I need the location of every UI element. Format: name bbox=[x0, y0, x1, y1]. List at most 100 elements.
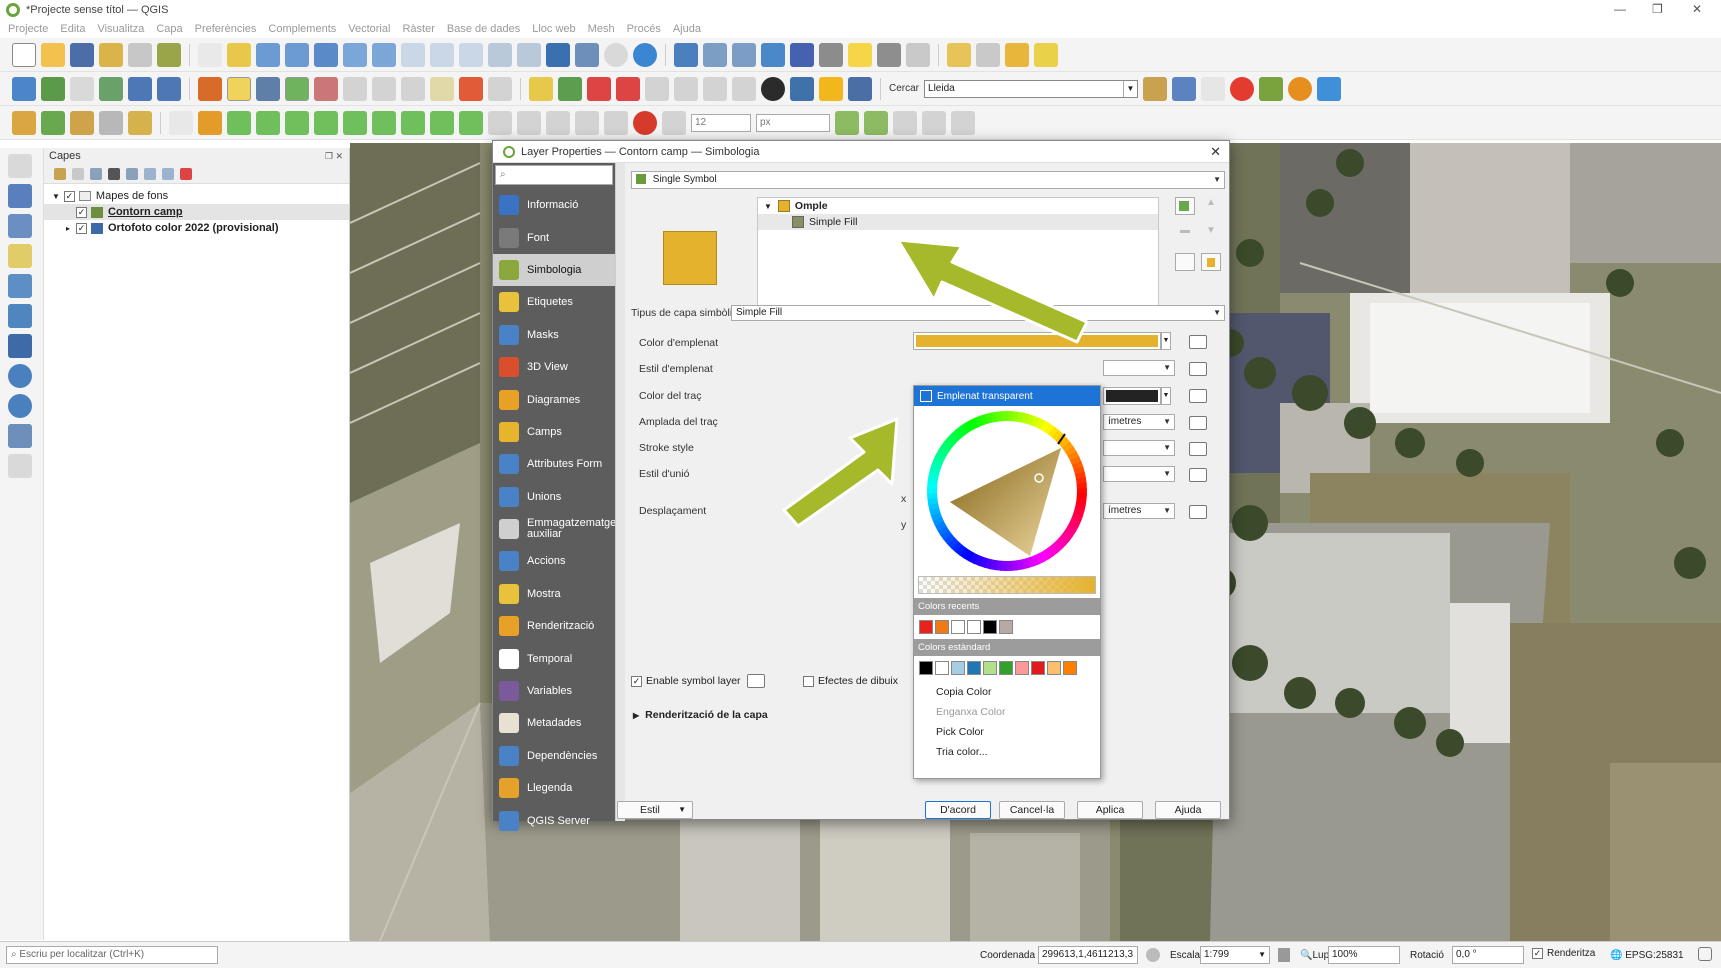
dialog-tab-unions[interactable]: Unions bbox=[493, 481, 615, 513]
style-menu-button[interactable]: Estil ▼ bbox=[617, 801, 693, 819]
zoom-native-icon[interactable] bbox=[401, 42, 425, 67]
magnet-icon[interactable] bbox=[633, 110, 657, 135]
avoid-overlap-icon[interactable] bbox=[575, 110, 599, 135]
symbol-layer-type-select[interactable]: Simple Fill ▼ bbox=[731, 305, 1225, 321]
zoom-full-icon[interactable] bbox=[314, 42, 338, 67]
deselect-icon[interactable] bbox=[1005, 42, 1029, 67]
menu-item-4[interactable]: Preferències bbox=[195, 23, 257, 35]
split-parts-icon[interactable] bbox=[256, 110, 280, 135]
add-vector-layer-icon[interactable] bbox=[70, 76, 94, 101]
data-defined-join-style-icon[interactable] bbox=[1189, 468, 1207, 482]
maximize-icon[interactable]: ❐ bbox=[1652, 2, 1663, 16]
split-features-icon[interactable] bbox=[227, 110, 251, 135]
standard-color-swatch-6[interactable] bbox=[1015, 661, 1029, 675]
snapping-icon[interactable] bbox=[517, 110, 541, 135]
coordinate-field[interactable]: 299613,1,4611213,3 bbox=[1038, 946, 1138, 964]
recent-color-swatch-2[interactable] bbox=[951, 620, 965, 634]
layer-rendering-section[interactable]: ▶ Renderització de la capa bbox=[633, 709, 768, 721]
panel-float-close-icon[interactable]: ❐ ✕ bbox=[325, 151, 343, 162]
color-wheel[interactable] bbox=[914, 406, 1100, 576]
offset-unit-select[interactable]: ímetres ▼ bbox=[1103, 503, 1175, 519]
save-as-icon[interactable] bbox=[99, 42, 123, 67]
add-delimited-text-icon[interactable] bbox=[8, 244, 32, 268]
expand-section-icon[interactable]: ▶ bbox=[633, 711, 639, 720]
expand-layer-icon[interactable]: ▸ bbox=[66, 224, 76, 233]
vertex-tool-icon[interactable] bbox=[314, 76, 338, 101]
snap-vertex-icon[interactable] bbox=[835, 110, 859, 135]
renderer-select[interactable]: Single Symbol ▼ bbox=[631, 171, 1225, 189]
diagram-tool-icon[interactable] bbox=[558, 76, 582, 101]
recent-color-swatch-0[interactable] bbox=[919, 620, 933, 634]
data-defined-fill-style-icon[interactable] bbox=[1189, 362, 1207, 376]
select-features-icon[interactable] bbox=[947, 42, 971, 67]
recent-color-swatch-5[interactable] bbox=[999, 620, 1013, 634]
collapse-symbol-icon[interactable]: ▼ bbox=[764, 202, 772, 211]
show-bookmarks-icon[interactable] bbox=[575, 42, 599, 67]
snap-tolerance-input[interactable]: 12 bbox=[691, 113, 751, 132]
plugin-layers-icon[interactable] bbox=[1201, 76, 1226, 101]
move-down-button[interactable]: ▼ bbox=[1201, 225, 1221, 243]
attribute-table-icon[interactable] bbox=[703, 42, 727, 67]
select-by-location-icon[interactable] bbox=[877, 42, 901, 67]
color-menu-tria-color-[interactable]: Tria color... bbox=[914, 742, 1100, 762]
python-console-icon[interactable] bbox=[790, 76, 814, 101]
color-menu-copia-color[interactable]: Copia Color bbox=[914, 682, 1100, 702]
add-mesh-icon[interactable] bbox=[8, 214, 32, 238]
save-edits-icon[interactable] bbox=[256, 76, 280, 101]
undo-icon[interactable] bbox=[459, 76, 483, 101]
remove-layer-icon[interactable] bbox=[180, 167, 192, 180]
simplify-icon[interactable] bbox=[430, 110, 454, 135]
dialog-tab-masks[interactable]: Masks bbox=[493, 319, 615, 351]
stroke-color-dropdown[interactable]: ▼ bbox=[1161, 387, 1171, 405]
field-calculator-icon[interactable] bbox=[732, 42, 756, 67]
rotate-symbols-icon[interactable] bbox=[343, 110, 367, 135]
menu-item-2[interactable]: Visualitza bbox=[97, 23, 144, 35]
open-layer-styling-icon[interactable] bbox=[54, 167, 66, 180]
dialog-tab-variables[interactable]: Variables bbox=[493, 675, 615, 707]
measure-icon[interactable] bbox=[819, 42, 843, 67]
standard-color-swatch-7[interactable] bbox=[1031, 661, 1045, 675]
standard-color-swatch-8[interactable] bbox=[1047, 661, 1061, 675]
new-geopackage-layer-icon[interactable] bbox=[41, 76, 65, 101]
move-label-icon[interactable] bbox=[645, 76, 669, 101]
geocoder-icon[interactable] bbox=[1143, 76, 1168, 101]
layer-contorn-checkbox[interactable]: ✓ bbox=[76, 206, 87, 218]
cancel-button[interactable]: Cancel·la bbox=[999, 801, 1065, 819]
temporal-controller-icon[interactable] bbox=[604, 42, 628, 67]
scale-field[interactable]: 1:799 ▼ bbox=[1200, 946, 1270, 964]
dialog-tab-llegenda[interactable]: Llegenda bbox=[493, 772, 615, 804]
dialog-tab-informaci-[interactable]: Informació bbox=[493, 189, 615, 221]
remove-symbol-layer-button[interactable]: ▬ bbox=[1175, 225, 1195, 243]
add-wfs-icon[interactable] bbox=[8, 424, 32, 448]
plugin-icon[interactable] bbox=[819, 76, 843, 101]
data-defined-offset-icon[interactable] bbox=[1189, 505, 1207, 519]
manage-map-themes-icon[interactable] bbox=[90, 167, 102, 180]
rotate-label-icon[interactable] bbox=[674, 76, 698, 101]
processing-toolbox-icon[interactable] bbox=[761, 42, 785, 67]
minimize-icon[interactable]: — bbox=[1614, 2, 1626, 16]
close-dialog-icon[interactable]: ✕ bbox=[1210, 144, 1221, 160]
add-postgis-icon[interactable] bbox=[8, 274, 32, 298]
add-xyz-icon[interactable] bbox=[8, 364, 32, 388]
menu-item-0[interactable]: Projecte bbox=[8, 23, 48, 35]
plugin-cube-icon[interactable] bbox=[1259, 76, 1284, 101]
standard-color-swatch-2[interactable] bbox=[951, 661, 965, 675]
add-polygon-icon[interactable] bbox=[285, 76, 309, 101]
add-raster-layer-icon[interactable] bbox=[99, 76, 123, 101]
render-checkbox[interactable]: ✓ Renderitza bbox=[1532, 948, 1595, 959]
label-tool-icon[interactable] bbox=[529, 76, 553, 101]
select-by-expression-icon[interactable] bbox=[976, 42, 1000, 67]
add-wfs-layer-icon[interactable] bbox=[157, 76, 181, 101]
bookmark-icon[interactable] bbox=[546, 42, 570, 67]
pan-icon[interactable] bbox=[198, 42, 222, 67]
stroke-style-select[interactable]: ▼ bbox=[1103, 440, 1175, 456]
zoom-in-icon[interactable] bbox=[256, 42, 280, 67]
dialog-tab-camps[interactable]: Camps bbox=[493, 416, 615, 448]
recent-color-swatch-4[interactable] bbox=[983, 620, 997, 634]
enable-symbol-layer-checkbox[interactable]: ✓ Enable symbol layer bbox=[631, 675, 741, 687]
magnifier-field[interactable]: 100% bbox=[1328, 946, 1400, 964]
merge-attributes-icon[interactable] bbox=[314, 110, 338, 135]
draw-effects-checkbox[interactable]: Efectes de dibuix bbox=[803, 675, 898, 687]
add-spatialite-icon[interactable] bbox=[8, 304, 32, 328]
redo-icon[interactable] bbox=[488, 76, 512, 101]
